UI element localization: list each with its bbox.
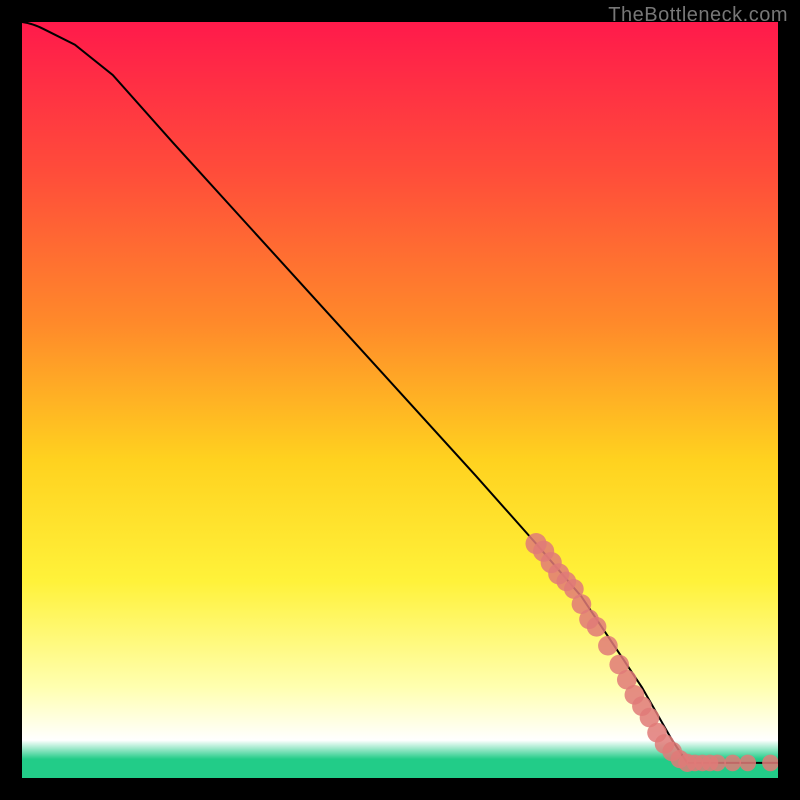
chart-background bbox=[22, 22, 778, 778]
chart-stage: TheBottleneck.com bbox=[0, 0, 800, 800]
marker-dot bbox=[587, 617, 607, 637]
chart-plot-area bbox=[22, 22, 778, 778]
chart-svg bbox=[22, 22, 778, 778]
marker-dot bbox=[598, 636, 618, 656]
marker-dot bbox=[762, 755, 778, 772]
marker-dot bbox=[724, 755, 741, 772]
marker-dot bbox=[739, 755, 756, 772]
marker-dot bbox=[709, 755, 726, 772]
watermark-text: TheBottleneck.com bbox=[608, 4, 788, 27]
